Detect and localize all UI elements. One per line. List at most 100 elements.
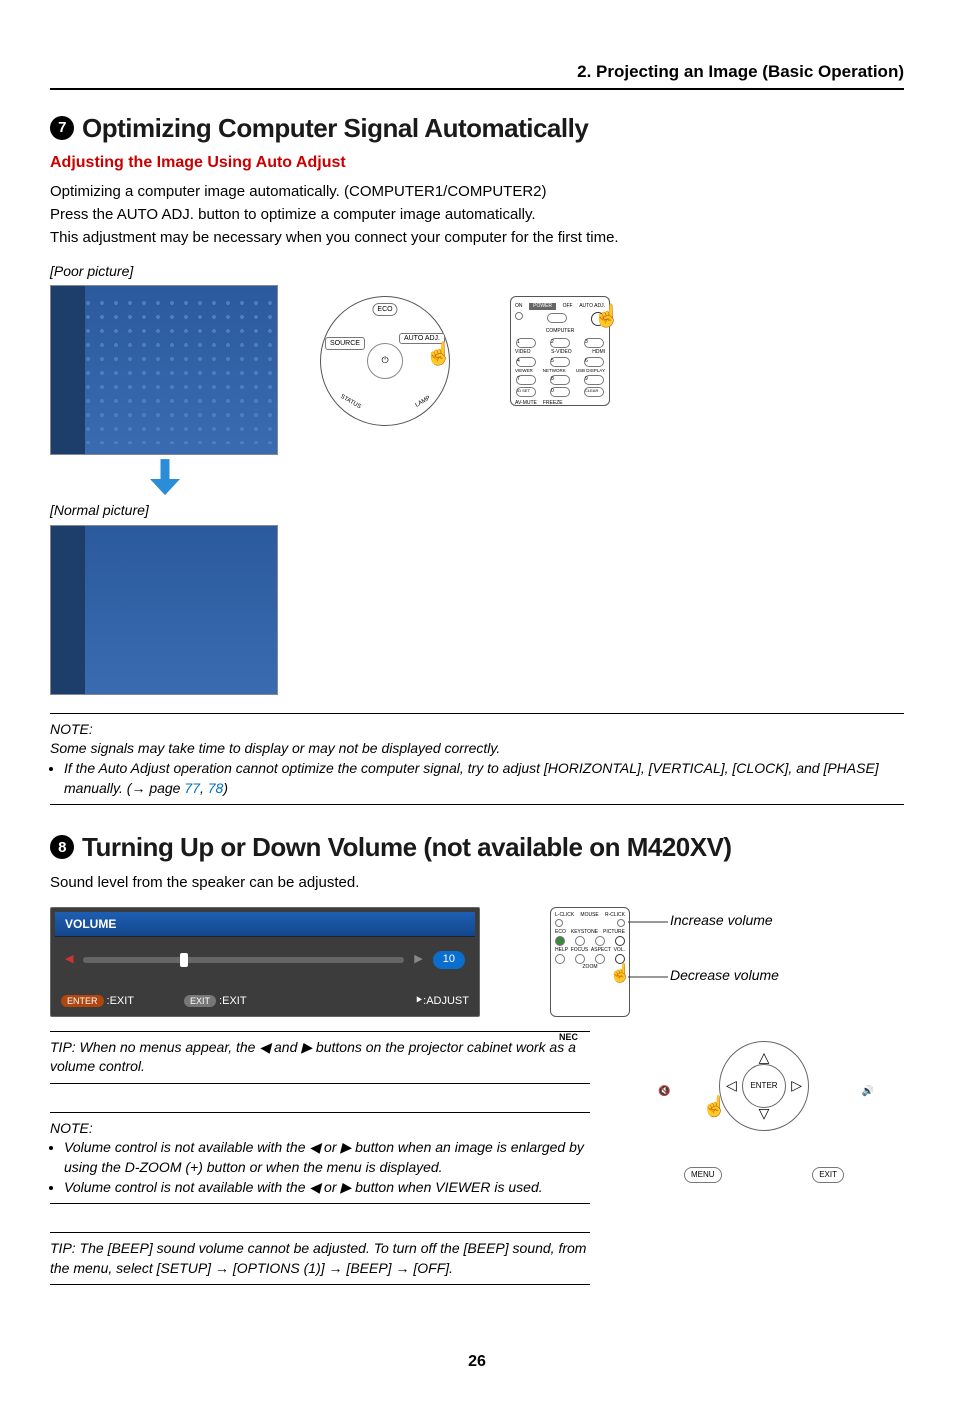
- focus-btn-icon: [575, 954, 585, 964]
- usb-label: USB DISPLAY: [576, 368, 605, 374]
- slider-thumb-icon: [180, 953, 188, 967]
- on-btn-icon: [515, 312, 523, 320]
- btn-4: 4: [516, 357, 536, 367]
- menu-button: MENU: [684, 1167, 722, 1182]
- note-1: NOTE: Some signals may take time to disp…: [50, 720, 904, 798]
- note-2-bullet-1: Volume control is not available with the…: [64, 1138, 590, 1177]
- mouse-label: MOUSE: [580, 912, 598, 919]
- nec-logo: NEC: [559, 1031, 625, 1044]
- page-number: 26: [50, 1351, 904, 1373]
- note-2-heading: NOTE:: [50, 1119, 590, 1139]
- btn-3: 3: [584, 338, 604, 348]
- btn-8: 8: [550, 375, 570, 385]
- section-8-line-1: Sound level from the speaker can be adju…: [50, 872, 904, 893]
- picture-label: PICTURE: [603, 929, 625, 936]
- volume-value: 10: [433, 951, 465, 968]
- note-2-bullet-2: Volume control is not available with the…: [64, 1178, 590, 1198]
- tip-1: TIP: When no menus appear, the ◀ and ▶ b…: [50, 1038, 590, 1077]
- aspect-label: ASPECT: [591, 947, 611, 954]
- speaker-right-icon: 🔊: [862, 1085, 874, 1099]
- clear-btn: CLEAR: [584, 387, 604, 397]
- circled-7-icon: 7: [50, 116, 74, 140]
- vol-plus-btn-icon: [615, 936, 625, 946]
- vol-label: VOL.: [614, 947, 625, 954]
- normal-picture-label: [Normal picture]: [50, 501, 280, 521]
- help-btn-icon: [555, 954, 565, 964]
- speaker-left-icon: 🔇: [658, 1085, 670, 1099]
- increase-volume-label: Increase volume: [670, 911, 779, 931]
- decrease-volume-label: Decrease volume: [670, 966, 779, 986]
- left-triangle-icon: ◀: [65, 952, 73, 967]
- status-label: STATUS: [338, 393, 362, 412]
- avmute-label: AV-MUTE: [515, 400, 537, 407]
- volume-osd-title: VOLUME: [55, 912, 475, 938]
- subsection-auto-adjust: Adjusting the Image Using Auto Adjust: [50, 152, 904, 174]
- rclick-btn-icon: [617, 919, 625, 927]
- focus-label: FOCUS: [571, 947, 589, 954]
- lclick-btn-icon: [555, 919, 563, 927]
- arrow-down-icon: [150, 459, 180, 495]
- volume-slider: [83, 957, 404, 963]
- link-page-78[interactable]: 78: [208, 780, 224, 796]
- video-label: VIDEO: [515, 349, 531, 356]
- volume-osd: VOLUME ◀ ▶ 10 ENTER:EXIT EXIT:EXIT ⯈:ADJ…: [50, 907, 480, 1017]
- note-bullet-1: If the Auto Adjust operation cannot opti…: [64, 759, 904, 798]
- btn-9: 9: [584, 375, 604, 385]
- keystone-label: KEYSTONE: [571, 929, 598, 936]
- svideo-label: S-VIDEO: [551, 349, 572, 356]
- right-triangle-icon: ▶: [414, 952, 422, 967]
- pointing-hand-icon: ☝: [593, 305, 617, 335]
- link-page-77[interactable]: 77: [184, 780, 200, 796]
- circled-8-icon: 8: [50, 835, 74, 859]
- help-label: HELP: [555, 947, 568, 954]
- hdmi-label: HDMI: [592, 349, 605, 356]
- btn-2: 2: [550, 338, 570, 348]
- enter-button: ENTER: [742, 1064, 786, 1108]
- power-label: POWER: [529, 303, 556, 310]
- up-triangle-icon: △: [759, 1048, 770, 1068]
- lamp-label: LAMP: [414, 395, 432, 410]
- on-label: ON: [515, 303, 523, 310]
- btn-0: 0: [550, 387, 570, 397]
- off-label: OFF: [563, 303, 573, 310]
- keystone-btn-icon: [575, 936, 585, 946]
- eco-btn-icon: [555, 936, 565, 946]
- aspect-btn-icon: [595, 954, 605, 964]
- adjust-label: ⯈:ADJUST: [414, 994, 469, 1009]
- pointing-hand-icon: ☝: [425, 343, 449, 373]
- projector-panel-diagram: ECO SOURCE AUTO ADJ. ⏻ STATUS LAMP ☝: [320, 296, 450, 426]
- idset-btn: ID SET: [516, 387, 536, 397]
- remote-top-diagram: ON POWER OFF AUTO ADJ. COMPUTER 1 2 3 VI…: [510, 296, 610, 406]
- power-button-icon: ⏻: [367, 343, 403, 379]
- body-line-1: Optimizing a computer image automaticall…: [50, 181, 904, 202]
- picture-btn-icon: [595, 936, 605, 946]
- leader-line-icon: [628, 970, 668, 984]
- right-triangle-icon: ▷: [791, 1076, 802, 1096]
- note-2: NOTE: Volume control is not available wi…: [50, 1119, 590, 1197]
- body-line-3: This adjustment may be necessary when yo…: [50, 227, 904, 248]
- body-line-2: Press the AUTO ADJ. button to optimize a…: [50, 204, 904, 225]
- normal-picture-image: [50, 525, 278, 695]
- btn-7: 7: [516, 375, 536, 385]
- left-triangle-icon: ◁: [726, 1076, 737, 1096]
- eco-button: ECO: [372, 303, 397, 317]
- poor-picture-image: [50, 285, 278, 455]
- btn-6: 6: [584, 357, 604, 367]
- enter-exit-label: ENTER:EXIT: [61, 994, 134, 1009]
- source-button: SOURCE: [325, 337, 365, 351]
- rclick-label: R-CLICK: [605, 912, 625, 919]
- section-7-heading: Optimizing Computer Signal Automatically: [82, 110, 588, 146]
- computer-label: COMPUTER: [515, 328, 605, 335]
- section-8-heading: Turning Up or Down Volume (not available…: [82, 829, 732, 865]
- freeze-label: FREEZE: [543, 400, 563, 407]
- tip-2: TIP: The [BEEP] sound volume cannot be a…: [50, 1239, 590, 1278]
- eco-label: ECO: [555, 929, 566, 936]
- network-label: NETWORK: [543, 368, 566, 374]
- off-btn-icon: [547, 313, 567, 323]
- exit-button: EXIT: [812, 1167, 844, 1182]
- viewer-label: VIEWER: [515, 368, 533, 374]
- btn-5: 5: [550, 357, 570, 367]
- volume-remote-diagram: L-CLICK MOUSE R-CLICK ECO KEYSTONE PICTU…: [550, 907, 630, 1017]
- section-7-title: 7 Optimizing Computer Signal Automatical…: [50, 110, 904, 146]
- exit-exit-label: EXIT:EXIT: [184, 994, 247, 1009]
